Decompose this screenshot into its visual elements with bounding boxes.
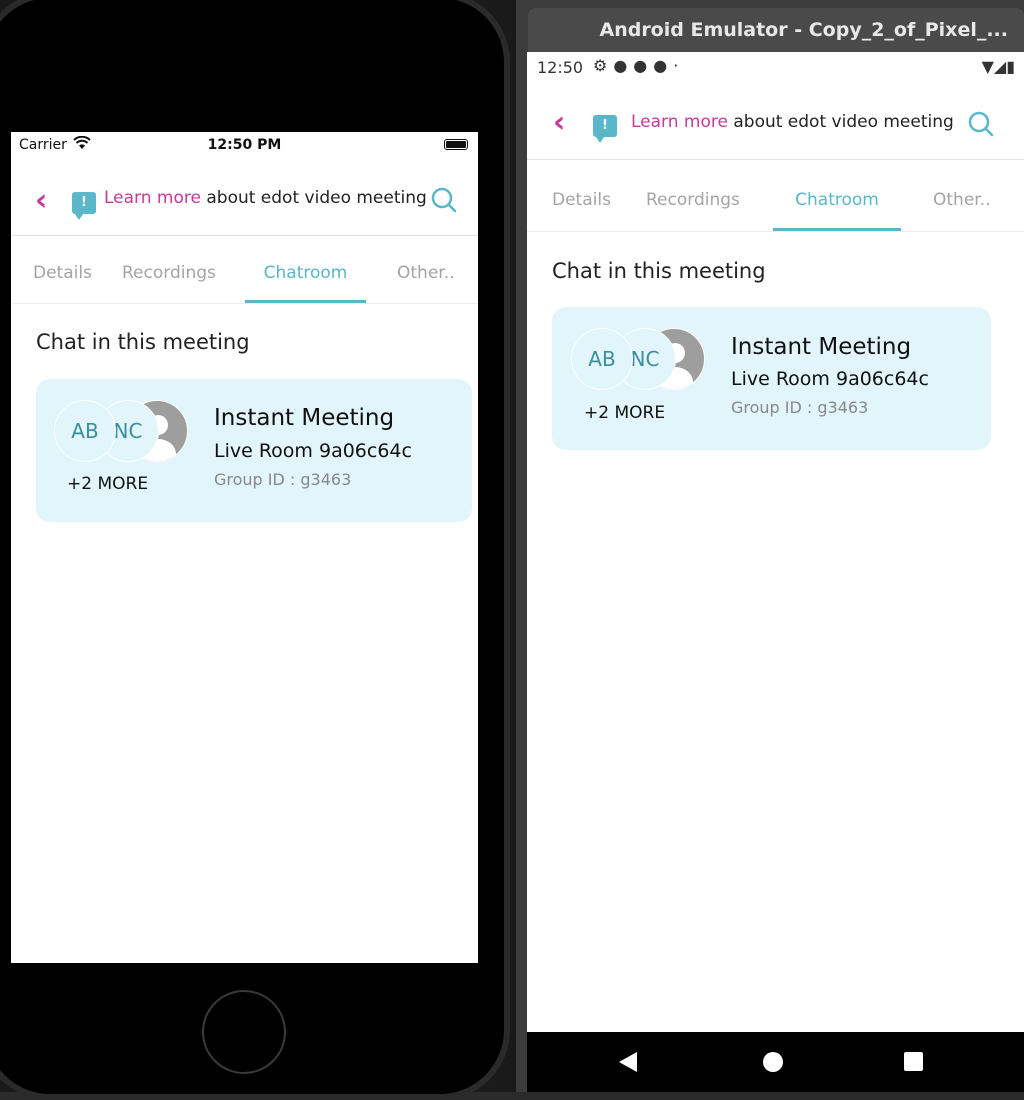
tab-recordings[interactable]: Recordings: [122, 263, 216, 283]
battery-icon: [444, 139, 468, 150]
chat-info-icon: !: [593, 115, 617, 143]
search-icon[interactable]: [967, 110, 995, 142]
nav-recents-icon[interactable]: [904, 1052, 923, 1071]
meeting-group-id: Group ID : g3463: [731, 398, 869, 417]
meeting-group-id: Group ID : g3463: [214, 470, 352, 489]
meeting-room: Live Room 9a06c64c: [214, 440, 412, 462]
learn-more-text: about edot video meeting: [200, 188, 427, 208]
chat-info-icon: !: [72, 192, 96, 220]
learn-more-banner[interactable]: Learn more about edot video meeting: [104, 188, 427, 208]
back-chevron-icon[interactable]: ‹: [35, 186, 47, 216]
tab-other[interactable]: Other..: [933, 190, 991, 210]
meeting-title: Instant Meeting: [214, 405, 395, 431]
chat-card[interactable]: NC AB +2 MORE Instant Meeting Live Room …: [552, 307, 991, 450]
android-nav-bar: [527, 1032, 1024, 1092]
tab-bar: Details Recordings Chatroom Other..: [11, 244, 478, 304]
avatar: AB: [571, 328, 633, 390]
meeting-room: Live Room 9a06c64c: [731, 368, 929, 390]
tab-details[interactable]: Details: [33, 263, 92, 283]
app-header: ‹ ! Learn more about edot video meeting: [527, 84, 1024, 160]
learn-more-text: about edot video meeting: [727, 112, 954, 132]
nav-home-icon[interactable]: [763, 1052, 783, 1072]
status-time: 12:50: [537, 58, 584, 77]
back-chevron-icon[interactable]: ‹: [553, 108, 565, 138]
tab-chatroom[interactable]: Chatroom: [245, 263, 366, 303]
tab-chatroom[interactable]: Chatroom: [773, 190, 901, 231]
more-participants-label: +2 MORE: [584, 403, 666, 423]
section-title: Chat in this meeting: [552, 259, 766, 283]
notification-icons: ⚙●●●·: [593, 56, 685, 75]
tab-recordings[interactable]: Recordings: [646, 190, 740, 210]
tab-bar: Details Recordings Chatroom Other..: [527, 160, 1024, 232]
emulator-window-title: Android Emulator - Copy_2_of_Pixel_...: [528, 8, 1024, 52]
chat-card[interactable]: NC AB +2 MORE Instant Meeting Live Room …: [36, 379, 472, 522]
search-icon[interactable]: [430, 186, 458, 218]
app-header: ‹ ! Learn more about edot video meeting: [11, 172, 478, 236]
signal-battery-icon: ▼◢▮: [981, 57, 1015, 76]
ios-screen: Carrier 12:50 PM ‹ ! Learn more about ed…: [11, 132, 478, 963]
android-status-bar: 12:50 ⚙●●●· ▼◢▮: [527, 52, 1024, 84]
tab-details[interactable]: Details: [552, 190, 611, 210]
android-screen: 12:50 ⚙●●●· ▼◢▮ ‹ ! Learn more about edo…: [527, 52, 1024, 1092]
tab-other[interactable]: Other..: [397, 263, 455, 283]
meeting-title: Instant Meeting: [731, 334, 912, 360]
home-button[interactable]: [202, 990, 286, 1074]
more-participants-label: +2 MORE: [67, 474, 149, 494]
learn-more-banner[interactable]: Learn more about edot video meeting: [631, 112, 954, 132]
learn-more-link[interactable]: Learn more: [631, 112, 728, 132]
nav-back-icon[interactable]: [619, 1052, 637, 1072]
section-title: Chat in this meeting: [36, 330, 250, 354]
status-time: 12:50 PM: [207, 137, 282, 153]
learn-more-link[interactable]: Learn more: [104, 188, 201, 208]
android-emulator: Android Emulator - Copy_2_of_Pixel_... 1…: [516, 0, 1024, 1092]
iphone-simulator: Carrier 12:50 PM ‹ ! Learn more about ed…: [0, 0, 516, 1100]
ios-status-bar: Carrier 12:50 PM: [11, 132, 478, 158]
avatar: AB: [54, 400, 116, 462]
